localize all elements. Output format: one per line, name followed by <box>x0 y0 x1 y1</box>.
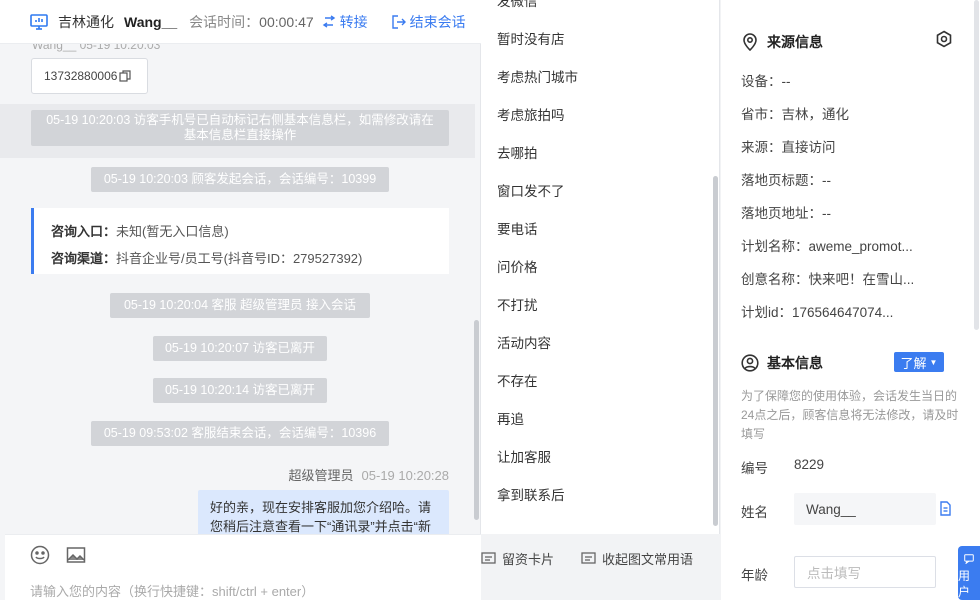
quick-phrase-item[interactable]: 让加客服 <box>497 446 551 466</box>
chat-header: 吉林通化 Wang__ 会话时间： 00:00:47 转接 结束会话 <box>0 0 481 44</box>
phone-chip[interactable]: 13732880006 <box>31 58 148 94</box>
collapse-phrases-button[interactable]: 收起图文常用语 <box>581 549 693 568</box>
name-field[interactable]: Wang__ <box>794 493 936 525</box>
quick-phrase-item[interactable]: 拿到联系后 <box>497 484 565 504</box>
name-label: 姓名 <box>741 505 768 520</box>
transfer-icon <box>322 14 335 28</box>
image-icon[interactable] <box>66 545 86 565</box>
chat-bubble-icon <box>964 554 974 564</box>
id-label: 编号 <box>741 461 768 476</box>
end-session-label: 结束会话 <box>409 13 466 30</box>
edit-deadline-note: 为了保障您的使用体验，会话发生当日的24点之后，顾客信息将无法修改，请及时填写 <box>741 389 959 441</box>
quick-phrase-list: 发微信 暂时没有店 考虑热门城市 考虑旅拍吗 去哪拍 窗口发不了 要电话 问价格… <box>481 0 720 534</box>
learn-more-button[interactable]: 了解 ▼ <box>894 352 944 372</box>
floating-user-label: 用户 <box>958 569 971 599</box>
phrases-icon <box>581 551 596 564</box>
lead-card-button-wrap[interactable]: 留资卡片 <box>481 549 554 568</box>
channel-value: 抖音企业号/员工号(抖音号ID：279527392) <box>116 251 363 266</box>
quick-phrase-item[interactable]: 考虑热门城市 <box>497 66 578 86</box>
quick-phrase-item[interactable]: 再追 <box>497 408 524 428</box>
message-sender: 超级管理员 05-19 10:20:28 <box>289 465 449 484</box>
source-device: 设备：-- <box>741 74 791 89</box>
system-message: 05-19 10:20:14 访客已离开 <box>153 378 327 403</box>
quick-list-scrollbar[interactable] <box>713 176 718 526</box>
quick-phrase-item[interactable]: 不存在 <box>497 370 538 390</box>
session-time-value: 00:00:47 <box>259 13 314 30</box>
caret-down-icon: ▼ <box>929 357 938 367</box>
user-circle-icon <box>741 354 759 372</box>
monitor-icon <box>30 13 48 30</box>
channel-label: 咨询渠道： <box>51 251 117 266</box>
quick-phrase-item[interactable]: 窗口发不了 <box>497 180 565 200</box>
transfer-label: 转接 <box>339 13 368 30</box>
source-info-title: 来源信息 <box>767 34 823 50</box>
source-landing-url: 落地页地址：-- <box>741 206 831 221</box>
quick-phrase-item[interactable]: 发微信 <box>497 0 538 10</box>
customer-info-panel: 来源信息 设备：-- 省市：吉林，通化 来源：直接访问 落地页标题：-- 落地页… <box>721 0 980 600</box>
quick-phrase-item[interactable]: 活动内容 <box>497 332 551 352</box>
chat-panel: 吉林通化 Wang__ 会话时间： 00:00:47 转接 结束会话 Wang_… <box>0 0 693 600</box>
card-icon <box>481 551 496 564</box>
visitor-name: Wang__ <box>124 13 178 30</box>
sender-name: 超级管理员 <box>288 468 354 483</box>
source-origin: 来源：直接访问 <box>741 140 836 155</box>
source-plan-name: 计划名称：aweme_promot... <box>741 239 913 254</box>
transfer-button[interactable]: 转接 <box>322 12 368 32</box>
chat-toolbar: 留资卡片 收起图文常用语 请输入您的内容（换行快捷键：shift/ctrl + … <box>5 534 693 600</box>
basic-info-header: 基本信息 <box>741 353 823 373</box>
learn-more-label: 了解 <box>900 355 927 371</box>
info-scrollbar[interactable] <box>974 0 979 330</box>
quick-phrase-item[interactable]: 不打扰 <box>497 294 538 314</box>
chat-messages: Wang__ 05-19 10:20:03 13732880006 05-19 … <box>0 44 475 534</box>
agent-message-bubble: 好的亲，现在安排客服加您介绍哈。请您稍后注意查看一下“通讯录”并点击“新的朋友”… <box>198 490 449 534</box>
quick-phrase-item[interactable]: 暂时没有店 <box>497 28 565 48</box>
emoji-icon[interactable] <box>30 545 50 565</box>
quick-phrase-item[interactable]: 要电话 <box>497 218 538 238</box>
sender-time: 05-19 10:20:28 <box>361 468 449 483</box>
quick-phrase-item[interactable]: 问价格 <box>497 256 538 276</box>
lead-card-label: 留资卡片 <box>502 552 555 567</box>
entry-value: 未知(暂无入口信息) <box>116 224 229 239</box>
visitor-city: 吉林通化 <box>58 13 114 30</box>
system-message: 05-19 10:20:03 顾客发起会话，会话编号：10399 <box>91 167 389 192</box>
entry-label: 咨询入口： <box>51 224 117 239</box>
exit-icon <box>391 14 406 29</box>
id-value: 8229 <box>794 457 825 472</box>
system-message: 05-19 09:53:02 客服结束会话，会话编号：10396 <box>91 421 389 446</box>
system-message: 05-19 10:20:07 访客已离开 <box>153 336 327 361</box>
location-pin-icon <box>743 33 757 51</box>
message-sender-clipped: Wang__ 05-19 10:20:03 <box>32 44 161 52</box>
quick-phrase-item[interactable]: 去哪拍 <box>497 142 538 162</box>
basic-info-title: 基本信息 <box>767 355 823 371</box>
collapse-phrases-label: 收起图文常用语 <box>602 552 694 567</box>
copy-icon[interactable] <box>938 501 952 516</box>
source-region: 省市：吉林，通化 <box>741 107 849 122</box>
settings-icon[interactable] <box>935 30 953 48</box>
source-creative-name: 创意名称：快来吧！在雪山... <box>741 272 915 287</box>
age-label: 年龄 <box>741 568 768 583</box>
floating-user-button[interactable]: 用户 <box>958 546 980 600</box>
phone-number: 13732880006 <box>44 69 118 83</box>
source-info-header: 来源信息 <box>741 32 823 52</box>
message-input[interactable]: 请输入您的内容（换行快捷键：shift/ctrl + enter） <box>30 581 314 600</box>
session-time-label: 会话时间： <box>189 13 260 30</box>
source-plan-id: 计划id：176564647074... <box>741 305 894 320</box>
system-message: 05-19 10:20:03 访客手机号已自动标记右侧基本信息栏，如需修改请在基… <box>31 110 449 146</box>
age-field[interactable]: 点击填写 <box>794 556 936 588</box>
quick-phrase-item[interactable]: 考虑旅拍吗 <box>497 104 565 124</box>
source-landing-title: 落地页标题：-- <box>741 173 831 188</box>
system-message: 05-19 10:20:04 客服 超级管理员 接入会话 <box>110 293 370 318</box>
end-session-button[interactable]: 结束会话 <box>391 12 466 32</box>
chat-scrollbar[interactable] <box>474 320 479 520</box>
consult-info-card: 咨询入口：未知(暂无入口信息) 咨询渠道：抖音企业号/员工号(抖音号ID：279… <box>31 208 449 274</box>
copy-icon[interactable] <box>119 70 132 82</box>
